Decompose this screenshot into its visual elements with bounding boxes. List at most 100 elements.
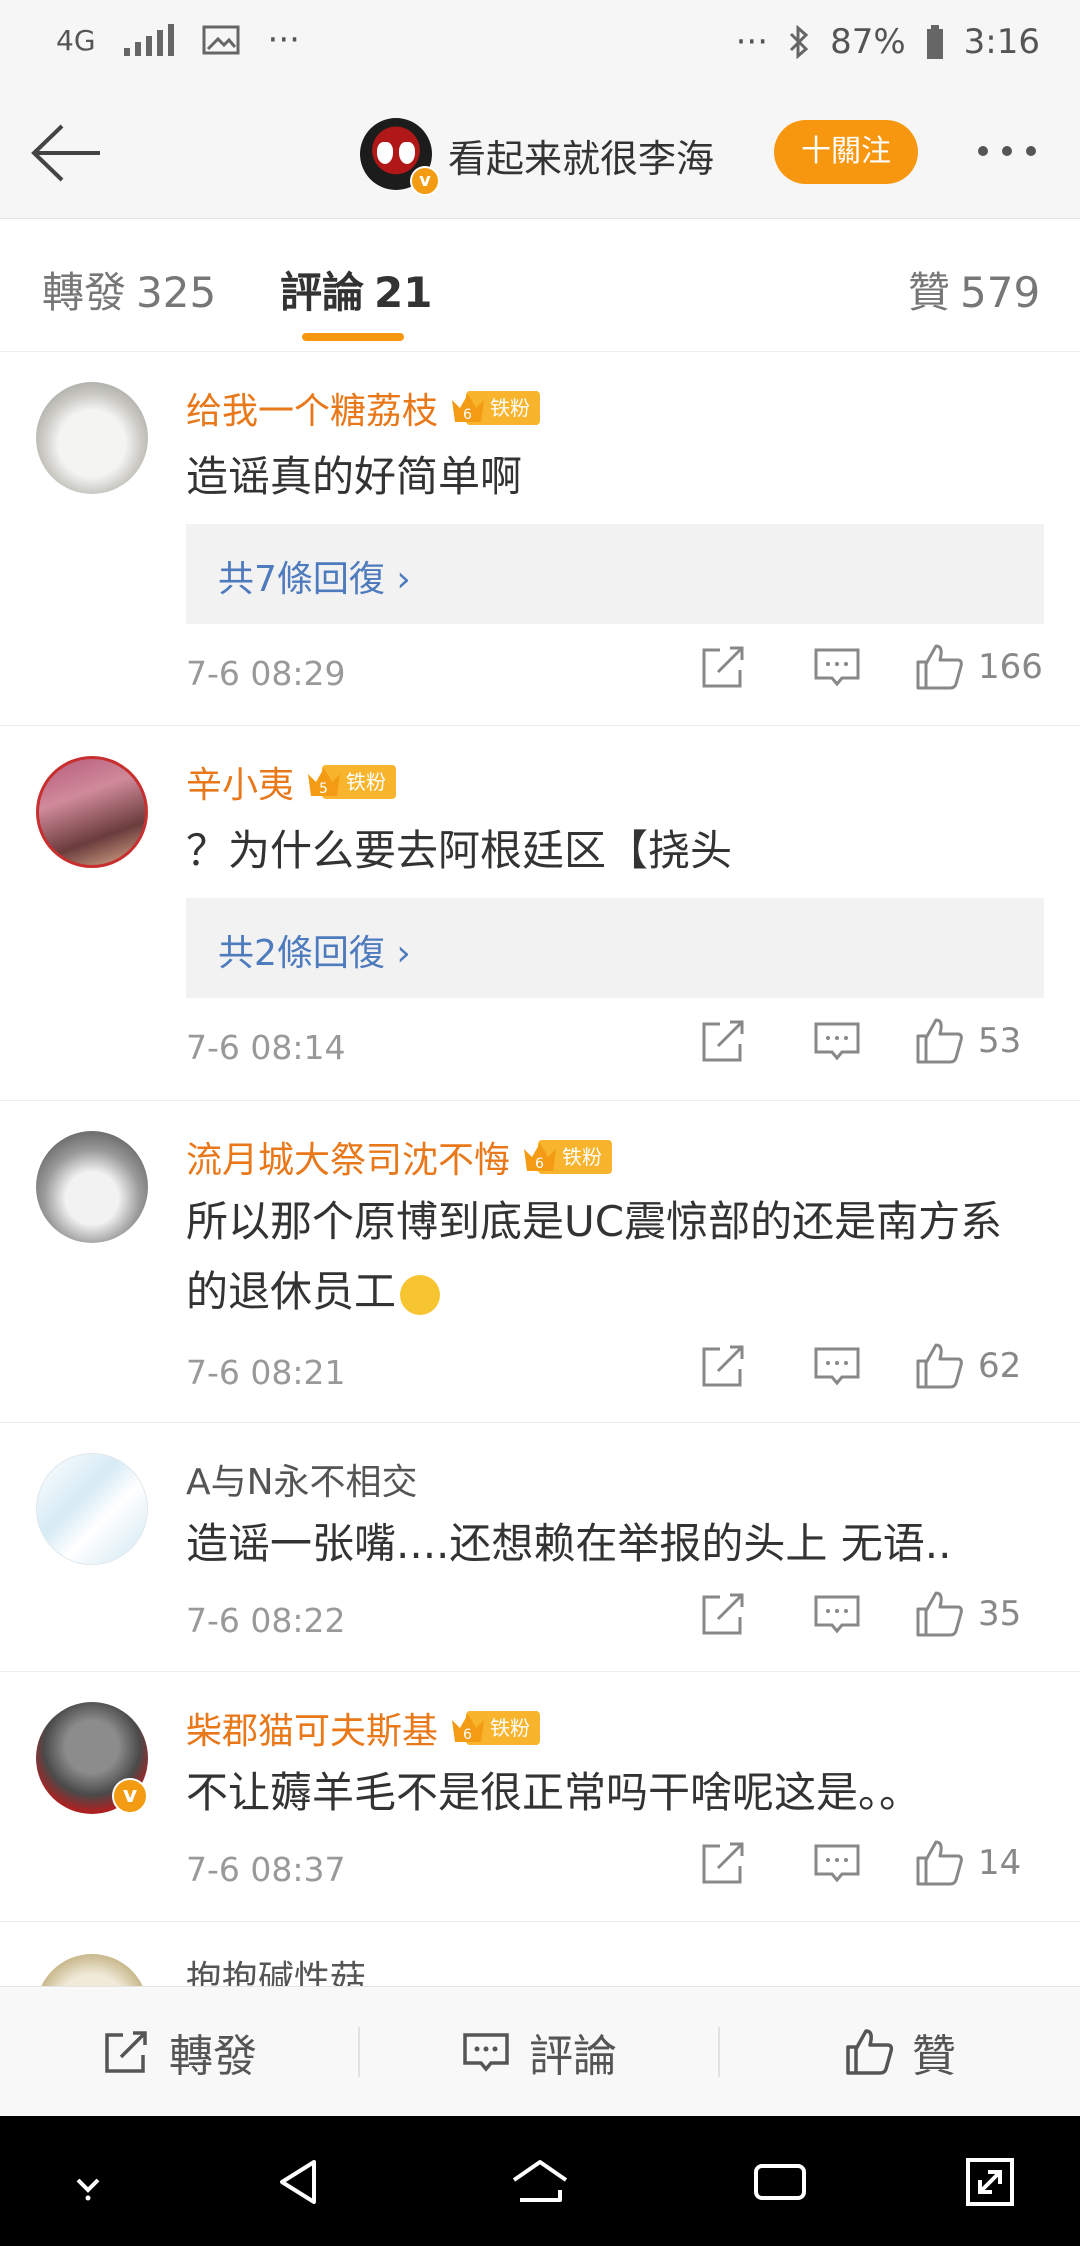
replies-link[interactable]: 共2條回復 ›: [218, 924, 411, 976]
commenter-name[interactable]: 给我一个糖荔枝 6 铁粉: [186, 382, 541, 434]
tab-bar: 轉發 325 評論 21 贊 579: [0, 219, 1080, 352]
replies-box[interactable]: 共7條回復 ›: [186, 524, 1044, 624]
comment-text: 造谣真的好简单啊: [186, 452, 523, 501]
like-label: 贊: [912, 2031, 956, 2082]
chevron-right-icon: ›: [396, 559, 411, 600]
commenter-avatar[interactable]: [36, 1453, 148, 1565]
bluetooth-icon: [790, 25, 809, 59]
chevron-right-icon: ›: [396, 933, 411, 974]
like-icon[interactable]: [914, 1838, 964, 1888]
share-icon[interactable]: [698, 642, 748, 692]
fan-badge: 6 铁粉: [522, 1137, 613, 1177]
reply-icon[interactable]: [812, 1838, 862, 1888]
commenter-name[interactable]: 抱抱碱性菇: [186, 1950, 366, 1986]
crown-icon: 6: [452, 394, 485, 423]
comment-time: 7-6 08:21: [186, 1353, 346, 1392]
top-navigation: v 看起来就很李海 十關注: [0, 90, 1080, 219]
comment-item: v 柴郡猫可夫斯基 6 铁粉 不让薅羊毛不是很正常吗干啥呢这是。。 7-6 08…: [0, 1672, 1080, 1922]
comment-button[interactable]: 評論: [360, 1987, 718, 2117]
home-icon[interactable]: [508, 2150, 572, 2214]
comment-text: 所以那个原博到底是UC震惊部的还是南方系的退休员工: [186, 1187, 1026, 1327]
battery-percent: 87%: [830, 22, 906, 62]
fan-level: 6: [463, 1727, 472, 1743]
commenter-avatar[interactable]: [36, 382, 148, 494]
crown-icon: 5: [308, 768, 341, 797]
recent-apps-icon[interactable]: [748, 2150, 812, 2214]
commenter-name[interactable]: 柴郡猫可夫斯基 6 铁粉: [186, 1702, 541, 1754]
active-tab-indicator: [302, 333, 404, 341]
bottom-action-bar: 轉發 評論 贊: [0, 1986, 1080, 2117]
crown-icon: 6: [524, 1143, 557, 1172]
reply-icon[interactable]: [812, 1341, 862, 1391]
more-notifications: ···: [267, 20, 300, 60]
more-options-icon[interactable]: [978, 146, 1036, 156]
chevron-down-icon[interactable]: [56, 2150, 120, 2214]
commenter-avatar[interactable]: v: [36, 1702, 148, 1814]
commenter-name[interactable]: 流月城大祭司沈不悔 6 铁粉: [186, 1131, 613, 1183]
system-navigation-bar: [0, 2116, 1080, 2246]
comment-text: 造谣一张嘴....还想赖在举报的头上 无语..: [186, 1519, 952, 1568]
replies-box[interactable]: 共2條回復 ›: [186, 898, 1044, 998]
comment-actions: 62: [698, 1341, 1044, 1391]
comment-item: 流月城大祭司沈不悔 6 铁粉 所以那个原博到底是UC震惊部的还是南方系的退休员工…: [0, 1101, 1080, 1423]
commenter-name-text: 给我一个糖荔枝: [186, 391, 439, 432]
like-icon[interactable]: [914, 1016, 964, 1066]
comment-text: 不让薅羊毛不是很正常吗干啥呢这是。。: [186, 1768, 922, 1817]
tab-comments[interactable]: 評論 21: [280, 259, 432, 320]
like-count: 62: [978, 1346, 1022, 1386]
repost-button[interactable]: 轉發: [0, 1987, 358, 2117]
laughing-crying-emoji-icon: [400, 1274, 441, 1315]
status-bar: 4G ··· ··· 87% 3:16: [0, 0, 1080, 90]
repost-label: 轉發: [169, 2031, 257, 2082]
share-icon: [105, 2031, 147, 2073]
fan-badge: 6 铁粉: [450, 1708, 541, 1748]
reply-icon[interactable]: [812, 1589, 862, 1639]
replies-link[interactable]: 共7條回復 ›: [218, 550, 411, 602]
like-icon[interactable]: [914, 642, 964, 692]
commenter-avatar[interactable]: [36, 756, 148, 868]
image-icon: [202, 25, 240, 55]
like-count: 35: [978, 1594, 1022, 1634]
share-icon[interactable]: [698, 1016, 748, 1066]
like-button[interactable]: 贊: [720, 1987, 1080, 2117]
comment-actions: 14: [698, 1838, 1044, 1888]
replies-count: 共2條回復: [218, 933, 385, 974]
comment-label: 評論: [529, 2031, 617, 2082]
share-icon[interactable]: [698, 1838, 748, 1888]
like-icon[interactable]: [914, 1341, 964, 1391]
comment-item: 辛小夷 5 铁粉 ？为什么要去阿根廷区【挠头 共2條回復 › 7-6 08:14…: [0, 726, 1080, 1101]
clock: 3:16: [963, 22, 1040, 62]
fan-level: 5: [319, 781, 328, 797]
back-arrow-icon[interactable]: [28, 120, 104, 186]
share-icon[interactable]: [698, 1341, 748, 1391]
like-icon[interactable]: [914, 1589, 964, 1639]
tab-reposts-count: 325: [136, 268, 217, 317]
expand-icon[interactable]: [958, 2150, 1022, 2214]
author-name[interactable]: 看起来就很李海: [448, 128, 714, 183]
like-icon: [846, 2029, 894, 2075]
comment-item: 抱抱碱性菇: [0, 1922, 1080, 1986]
comment-item: 给我一个糖荔枝 6 铁粉 造谣真的好简单啊 共7條回復 › 7-6 08:29 …: [0, 352, 1080, 726]
commenter-name[interactable]: A与N永不相交: [186, 1453, 418, 1505]
author-avatar[interactable]: v: [360, 118, 440, 196]
tab-reposts[interactable]: 轉發 325: [42, 259, 216, 320]
comment-time: 7-6 08:22: [186, 1601, 346, 1640]
commenter-name[interactable]: 辛小夷 5 铁粉: [186, 756, 397, 808]
follow-button[interactable]: 十關注: [774, 120, 918, 184]
like-count: 14: [978, 1843, 1022, 1883]
verified-icon: v: [410, 166, 440, 196]
comment-icon: [463, 2033, 509, 2072]
tab-likes-count: 579: [960, 268, 1041, 317]
reply-icon[interactable]: [812, 642, 862, 692]
tab-likes[interactable]: 贊 579: [908, 259, 1040, 320]
commenter-name-text: 抱抱碱性菇: [186, 1959, 367, 1986]
commenter-avatar[interactable]: [36, 1131, 148, 1243]
commenter-avatar[interactable]: [36, 1954, 148, 1986]
comment-actions: 166: [698, 642, 1044, 692]
like-count: 53: [978, 1021, 1022, 1061]
reply-icon[interactable]: [812, 1016, 862, 1066]
back-icon[interactable]: [270, 2150, 334, 2214]
network-indicator: 4G: [56, 23, 96, 57]
fan-badge: 6 铁粉: [450, 388, 541, 428]
share-icon[interactable]: [698, 1589, 748, 1639]
